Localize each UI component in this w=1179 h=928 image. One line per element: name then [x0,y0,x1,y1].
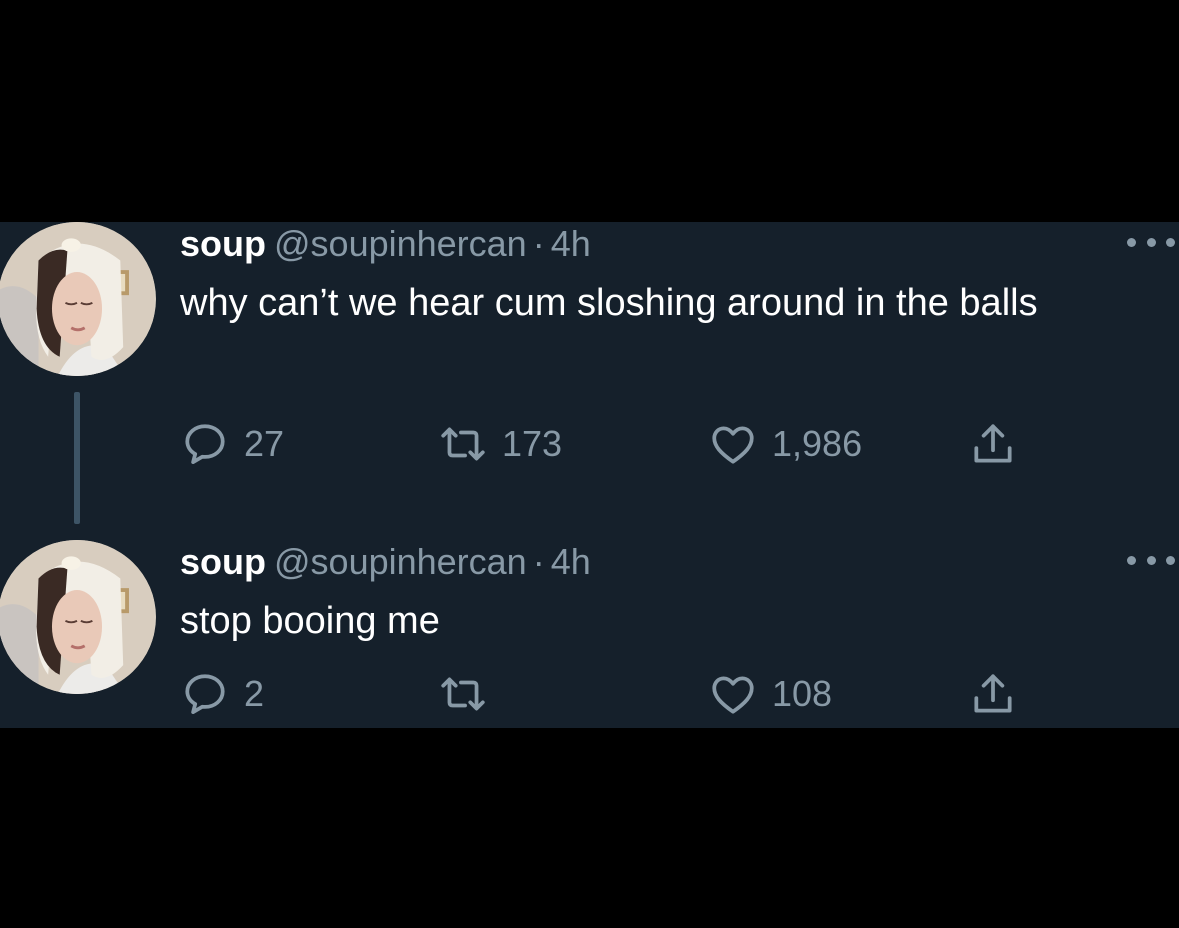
retweet-icon [441,427,485,461]
reply-icon [185,674,225,714]
share-button[interactable] [968,666,1018,722]
tweet-time[interactable]: 4h [551,223,591,264]
tweet-text: stop booing me [180,600,440,642]
tweet-time[interactable]: 4h [551,541,591,582]
tweet[interactable]: soup @soupinhercan · 4h stop booing me 2 10… [0,540,1179,728]
thread-connector-line [74,392,80,524]
user-handle[interactable]: @soupinhercan [274,541,527,582]
avatar-image [0,222,154,376]
reply-count: 27 [244,423,285,464]
share-icon [974,674,1012,713]
avatar[interactable] [0,222,156,376]
reply-icon [185,424,225,464]
avatar[interactable] [0,540,156,694]
header-separator: · [532,223,545,264]
reply-count: 2 [244,673,265,714]
tweet[interactable]: soup @soupinhercan · 4h why can’t we hear c… [0,222,1179,524]
like-count: 1,986 [772,423,863,464]
share-icon [974,424,1012,463]
reply-button[interactable]: 2 [180,666,264,722]
reply-button[interactable]: 27 [180,416,284,472]
retweet-button[interactable] [438,666,502,722]
like-count: 108 [772,673,833,714]
share-button[interactable] [968,416,1018,472]
like-icon [712,426,754,464]
header-separator: · [532,541,545,582]
tweet-actions: 27 173 1,986 [180,416,1080,472]
tweet-text: why can’t we hear cum sloshing around in… [180,282,1038,324]
user-handle[interactable]: @soupinhercan [274,223,527,264]
tweet-header: soup @soupinhercan · 4h [180,540,591,584]
more-icon[interactable] [1127,550,1175,570]
tweet-header: soup @soupinhercan · 4h [180,222,591,266]
like-button[interactable]: 108 [708,666,832,722]
like-button[interactable]: 1,986 [708,416,862,472]
like-icon [712,676,754,714]
avatar-image [0,540,154,694]
display-name[interactable]: soup [180,223,266,264]
retweet-icon [441,677,485,711]
display-name[interactable]: soup [180,541,266,582]
tweet-actions: 2 108 [180,666,1080,722]
screenshot-frame: soup @soupinhercan · 4h why can’t we hear c… [0,0,1179,928]
retweet-button[interactable]: 173 [438,416,562,472]
more-icon[interactable] [1127,232,1175,252]
tweet-thread: soup @soupinhercan · 4h why can’t we hear c… [0,222,1179,728]
retweet-count: 173 [502,423,563,464]
